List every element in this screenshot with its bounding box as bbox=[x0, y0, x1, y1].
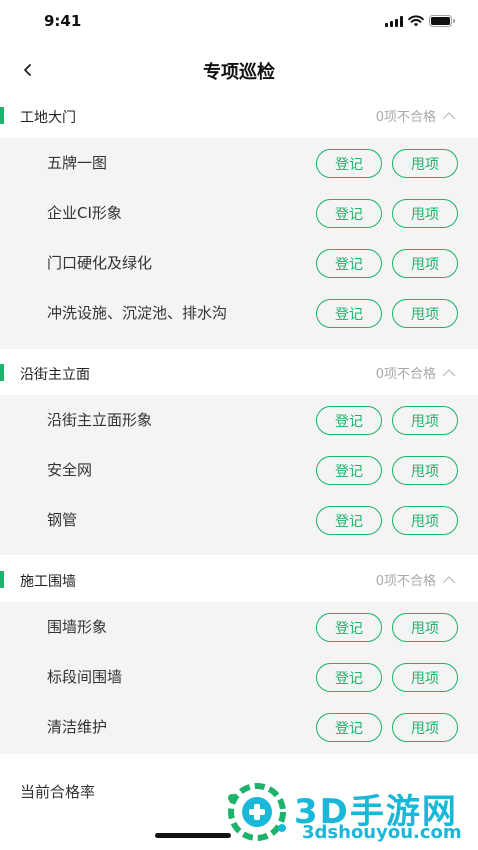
register-button[interactable]: 登记 bbox=[316, 249, 382, 278]
section-status-text: 0项不合格 bbox=[375, 367, 436, 382]
item-label: 钢管 bbox=[47, 511, 78, 529]
register-button[interactable]: 登记 bbox=[316, 149, 382, 178]
section-header-construction-wall: 施工围墙 0项不合格 bbox=[0, 558, 478, 602]
section-title: 施工围墙 bbox=[20, 574, 76, 590]
skip-item-button[interactable]: 甩项 bbox=[392, 456, 458, 485]
wifi-icon bbox=[408, 15, 424, 27]
watermark-url: 3dshouyou.com bbox=[302, 822, 462, 843]
item-label: 清洁维护 bbox=[47, 718, 108, 736]
skip-item-button[interactable]: 甩项 bbox=[392, 299, 458, 328]
list-item: 围墙形象 登记 甩项 bbox=[0, 602, 478, 652]
status-icons bbox=[385, 15, 456, 27]
list-item: 冲洗设施、沉淀池、排水沟 登记 甩项 bbox=[0, 288, 478, 338]
register-button[interactable]: 登记 bbox=[316, 663, 382, 692]
item-label: 安全网 bbox=[47, 461, 93, 479]
status-bar: 9:41 bbox=[0, 0, 478, 44]
section-items-gate: 五牌一图 登记 甩项 企业CI形象 登记 甩项 门口硬化及绿化 登记 甩项 冲洗… bbox=[0, 138, 478, 349]
list-item: 沿街主立面形象 登记 甩项 bbox=[0, 395, 478, 445]
register-button[interactable]: 登记 bbox=[316, 506, 382, 535]
item-label: 企业CI形象 bbox=[47, 204, 122, 222]
skip-item-button[interactable]: 甩项 bbox=[392, 506, 458, 535]
item-label: 标段间围墙 bbox=[47, 668, 123, 686]
skip-item-button[interactable]: 甩项 bbox=[392, 406, 458, 435]
register-button[interactable]: 登记 bbox=[316, 406, 382, 435]
register-button[interactable]: 登记 bbox=[316, 456, 382, 485]
list-item: 标段间围墙 登记 甩项 bbox=[0, 652, 478, 702]
skip-item-button[interactable]: 甩项 bbox=[392, 663, 458, 692]
home-indicator bbox=[155, 833, 231, 838]
list-item: 钢管 登记 甩项 bbox=[0, 495, 478, 545]
navigation-bar: 专项巡检 bbox=[0, 48, 478, 92]
section-header-street-facade: 沿街主立面 0项不合格 bbox=[0, 351, 478, 395]
list-item: 安全网 登记 甩项 bbox=[0, 445, 478, 495]
item-label: 沿街主立面形象 bbox=[47, 411, 153, 429]
item-label: 冲洗设施、沉淀池、排水沟 bbox=[47, 304, 228, 322]
gamepad-logo-icon bbox=[228, 783, 286, 841]
section-title: 工地大门 bbox=[20, 110, 76, 126]
chevron-up-icon bbox=[442, 575, 456, 583]
watermark-logo: 3D手游网 3dshouyou.com bbox=[222, 778, 478, 850]
register-button[interactable]: 登记 bbox=[316, 713, 382, 742]
section-collapse-toggle[interactable]: 0项不合格 bbox=[376, 106, 456, 125]
register-button[interactable]: 登记 bbox=[316, 613, 382, 642]
section-items-street-facade: 沿街主立面形象 登记 甩项 安全网 登记 甩项 钢管 登记 甩项 bbox=[0, 395, 478, 555]
chevron-up-icon bbox=[442, 368, 456, 376]
register-button[interactable]: 登记 bbox=[316, 299, 382, 328]
section-accent-bar bbox=[0, 364, 4, 381]
signal-icon bbox=[385, 15, 403, 27]
skip-item-button[interactable]: 甩项 bbox=[392, 249, 458, 278]
list-item: 企业CI形象 登记 甩项 bbox=[0, 188, 478, 238]
section-accent-bar bbox=[0, 107, 4, 124]
section-collapse-toggle[interactable]: 0项不合格 bbox=[376, 363, 456, 382]
section-status-text: 0项不合格 bbox=[375, 110, 436, 125]
section-items-construction-wall: 围墙形象 登记 甩项 标段间围墙 登记 甩项 清洁维护 登记 甩项 bbox=[0, 602, 478, 754]
list-item: 清洁维护 登记 甩项 bbox=[0, 702, 478, 752]
skip-item-button[interactable]: 甩项 bbox=[392, 613, 458, 642]
item-label: 门口硬化及绿化 bbox=[47, 254, 153, 272]
status-time: 9:41 bbox=[44, 12, 82, 30]
section-status-text: 0项不合格 bbox=[375, 574, 436, 589]
skip-item-button[interactable]: 甩项 bbox=[392, 199, 458, 228]
section-header-gate: 工地大门 0项不合格 bbox=[0, 94, 478, 138]
register-button[interactable]: 登记 bbox=[316, 199, 382, 228]
list-item: 门口硬化及绿化 登记 甩项 bbox=[0, 238, 478, 288]
pass-rate-label: 当前合格率 bbox=[20, 783, 96, 801]
item-label: 五牌一图 bbox=[47, 154, 108, 172]
list-item: 五牌一图 登记 甩项 bbox=[0, 138, 478, 188]
chevron-up-icon bbox=[442, 111, 456, 119]
section-title: 沿街主立面 bbox=[20, 367, 90, 383]
section-accent-bar bbox=[0, 571, 4, 588]
page-title: 专项巡检 bbox=[203, 62, 275, 83]
section-collapse-toggle[interactable]: 0项不合格 bbox=[376, 570, 456, 589]
skip-item-button[interactable]: 甩项 bbox=[392, 149, 458, 178]
item-label: 围墙形象 bbox=[47, 618, 108, 636]
battery-icon bbox=[429, 15, 456, 27]
skip-item-button[interactable]: 甩项 bbox=[392, 713, 458, 742]
